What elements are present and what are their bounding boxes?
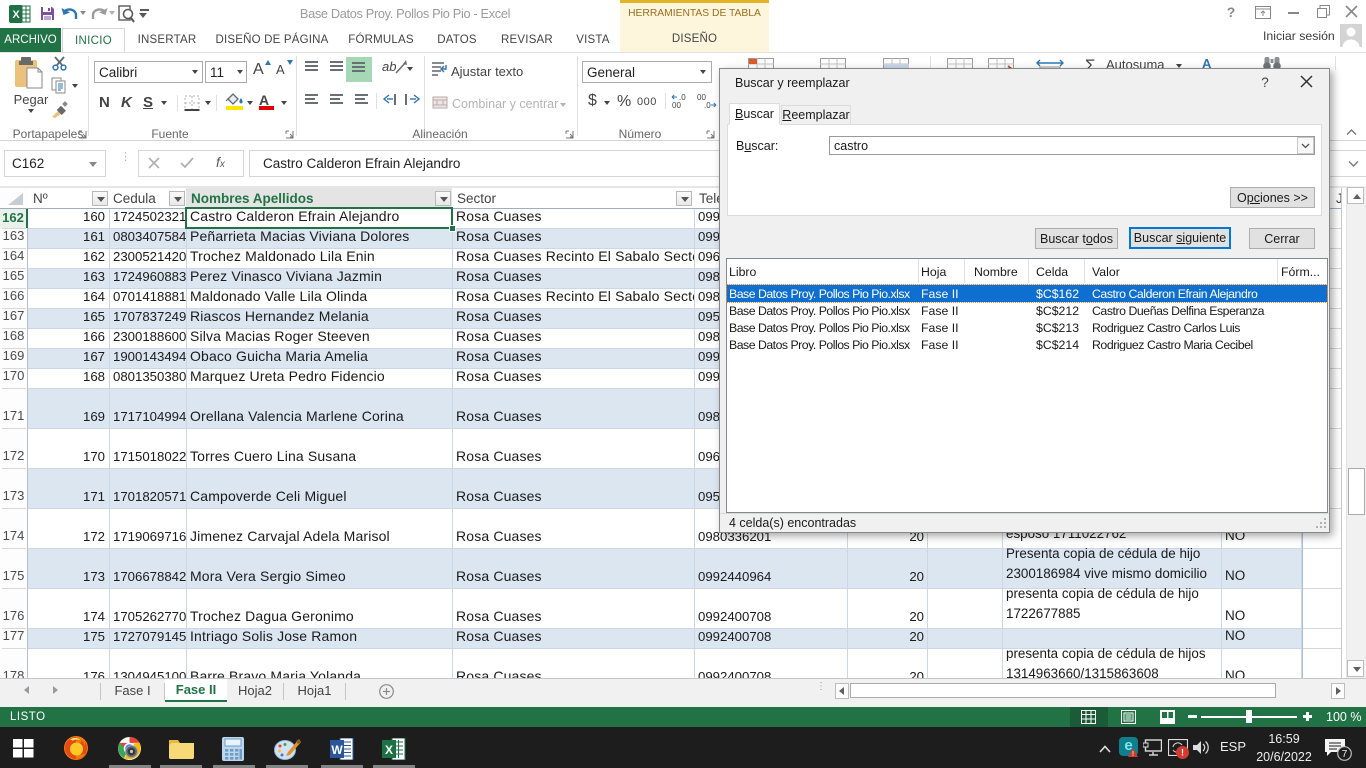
svg-text:!: ! — [1132, 751, 1134, 757]
svg-text:!: ! — [1181, 748, 1184, 758]
svg-text:W: W — [331, 743, 343, 757]
svg-text:.0: .0 — [704, 101, 711, 110]
svg-text:X: X — [12, 9, 20, 21]
svg-text:00: 00 — [672, 101, 681, 110]
svg-text:X: X — [385, 743, 393, 757]
svg-text:7: 7 — [1342, 749, 1348, 760]
